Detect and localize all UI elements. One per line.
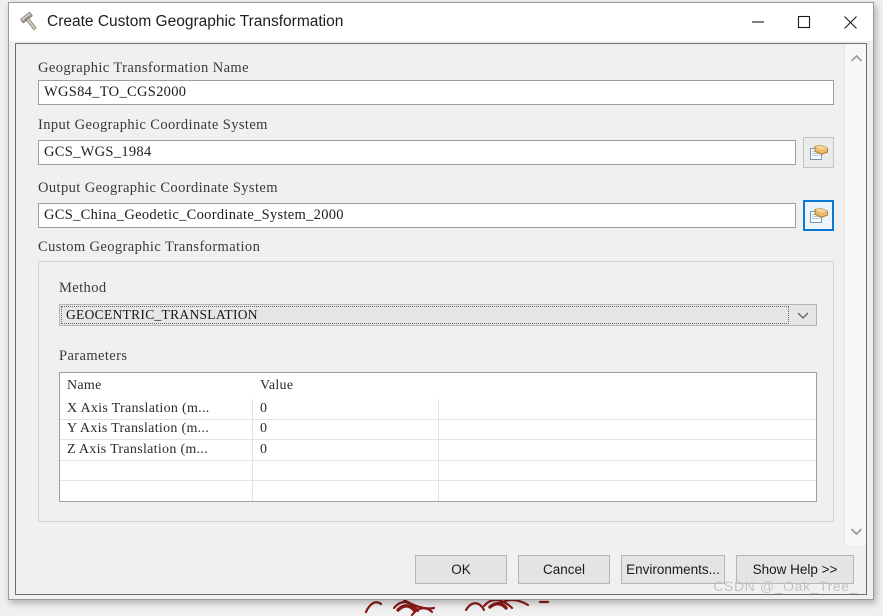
parameters-table[interactable]: Name Value X Axis Translation (m... 0 Y … <box>59 372 817 502</box>
minimize-button[interactable] <box>735 3 781 41</box>
column-header-value: Value <box>253 373 439 399</box>
table-header-row: Name Value <box>60 373 816 399</box>
input-gcs-label: Input Geographic Coordinate System <box>38 117 268 133</box>
column-header-name: Name <box>60 373 253 399</box>
form-content: Geographic Transformation Name WGS84_TO_… <box>16 44 844 545</box>
cancel-button[interactable]: Cancel <box>518 555 610 584</box>
scroll-up-button[interactable] <box>845 48 866 68</box>
param-name: Y Axis Translation (m... <box>60 419 253 440</box>
vertical-scrollbar[interactable] <box>844 44 866 545</box>
param-spare <box>439 399 816 419</box>
ok-button[interactable]: OK <box>415 555 507 584</box>
environments-button[interactable]: Environments... <box>621 555 725 584</box>
method-label: Method <box>59 280 107 296</box>
folder-open-icon <box>809 144 828 160</box>
csdn-watermark: CSDN @_Oak_Tree_ <box>713 578 858 594</box>
custom-transformation-group: Method GEOCENTRIC_TRANSLATION Parameters <box>38 261 834 522</box>
chevron-down-icon <box>850 527 862 535</box>
parameters-label: Parameters <box>59 348 128 364</box>
dialog-client-area: Geographic Transformation Name WGS84_TO_… <box>15 43 867 546</box>
input-gcs-input[interactable]: GCS_WGS_1984 <box>38 140 796 165</box>
transformation-name-label: Geographic Transformation Name <box>38 60 249 76</box>
table-row[interactable]: Z Axis Translation (m... 0 <box>60 440 816 461</box>
param-value[interactable]: 0 <box>253 419 439 440</box>
hammer-tool-icon <box>17 9 43 35</box>
param-name: X Axis Translation (m... <box>60 399 253 419</box>
window-title: Create Custom Geographic Transformation <box>47 13 344 30</box>
column-header-spare <box>439 373 816 399</box>
param-value[interactable]: 0 <box>253 440 439 460</box>
dialog-window: Create Custom Geographic Transformation <box>8 2 874 600</box>
input-gcs-row: GCS_WGS_1984 <box>38 137 844 168</box>
method-selected-value: GEOCENTRIC_TRANSLATION <box>61 306 789 324</box>
output-gcs-row: GCS_China_Geodetic_Coordinate_System_200… <box>38 200 844 231</box>
close-button[interactable] <box>827 3 873 41</box>
table-row[interactable]: Y Axis Translation (m... 0 <box>60 419 816 441</box>
method-dropdown[interactable]: GEOCENTRIC_TRANSLATION <box>59 304 817 326</box>
table-row-empty[interactable] <box>60 481 816 501</box>
transformation-name-input[interactable]: WGS84_TO_CGS2000 <box>38 80 834 105</box>
output-gcs-browse-button[interactable] <box>803 200 834 231</box>
custom-transformation-label: Custom Geographic Transformation <box>38 239 261 255</box>
screen: Create Custom Geographic Transformation <box>0 0 883 616</box>
output-gcs-label: Output Geographic Coordinate System <box>38 180 278 196</box>
input-gcs-browse-button[interactable] <box>803 137 834 168</box>
maximize-button[interactable] <box>781 3 827 41</box>
param-value[interactable]: 0 <box>253 399 439 419</box>
table-row[interactable]: X Axis Translation (m... 0 <box>60 399 816 420</box>
dialog-footer: OK Cancel Environments... Show Help >> C… <box>15 545 867 595</box>
folder-open-icon <box>809 207 828 223</box>
chevron-down-icon <box>790 305 816 325</box>
output-gcs-input[interactable]: GCS_China_Geodetic_Coordinate_System_200… <box>38 203 796 228</box>
table-row-empty[interactable] <box>60 460 816 482</box>
title-bar: Create Custom Geographic Transformation <box>9 3 873 41</box>
param-spare <box>439 420 816 440</box>
scroll-down-button[interactable] <box>845 521 866 541</box>
param-spare <box>439 440 816 460</box>
chevron-up-icon <box>850 54 862 62</box>
window-controls <box>735 3 873 41</box>
param-name: Z Axis Translation (m... <box>60 440 253 460</box>
